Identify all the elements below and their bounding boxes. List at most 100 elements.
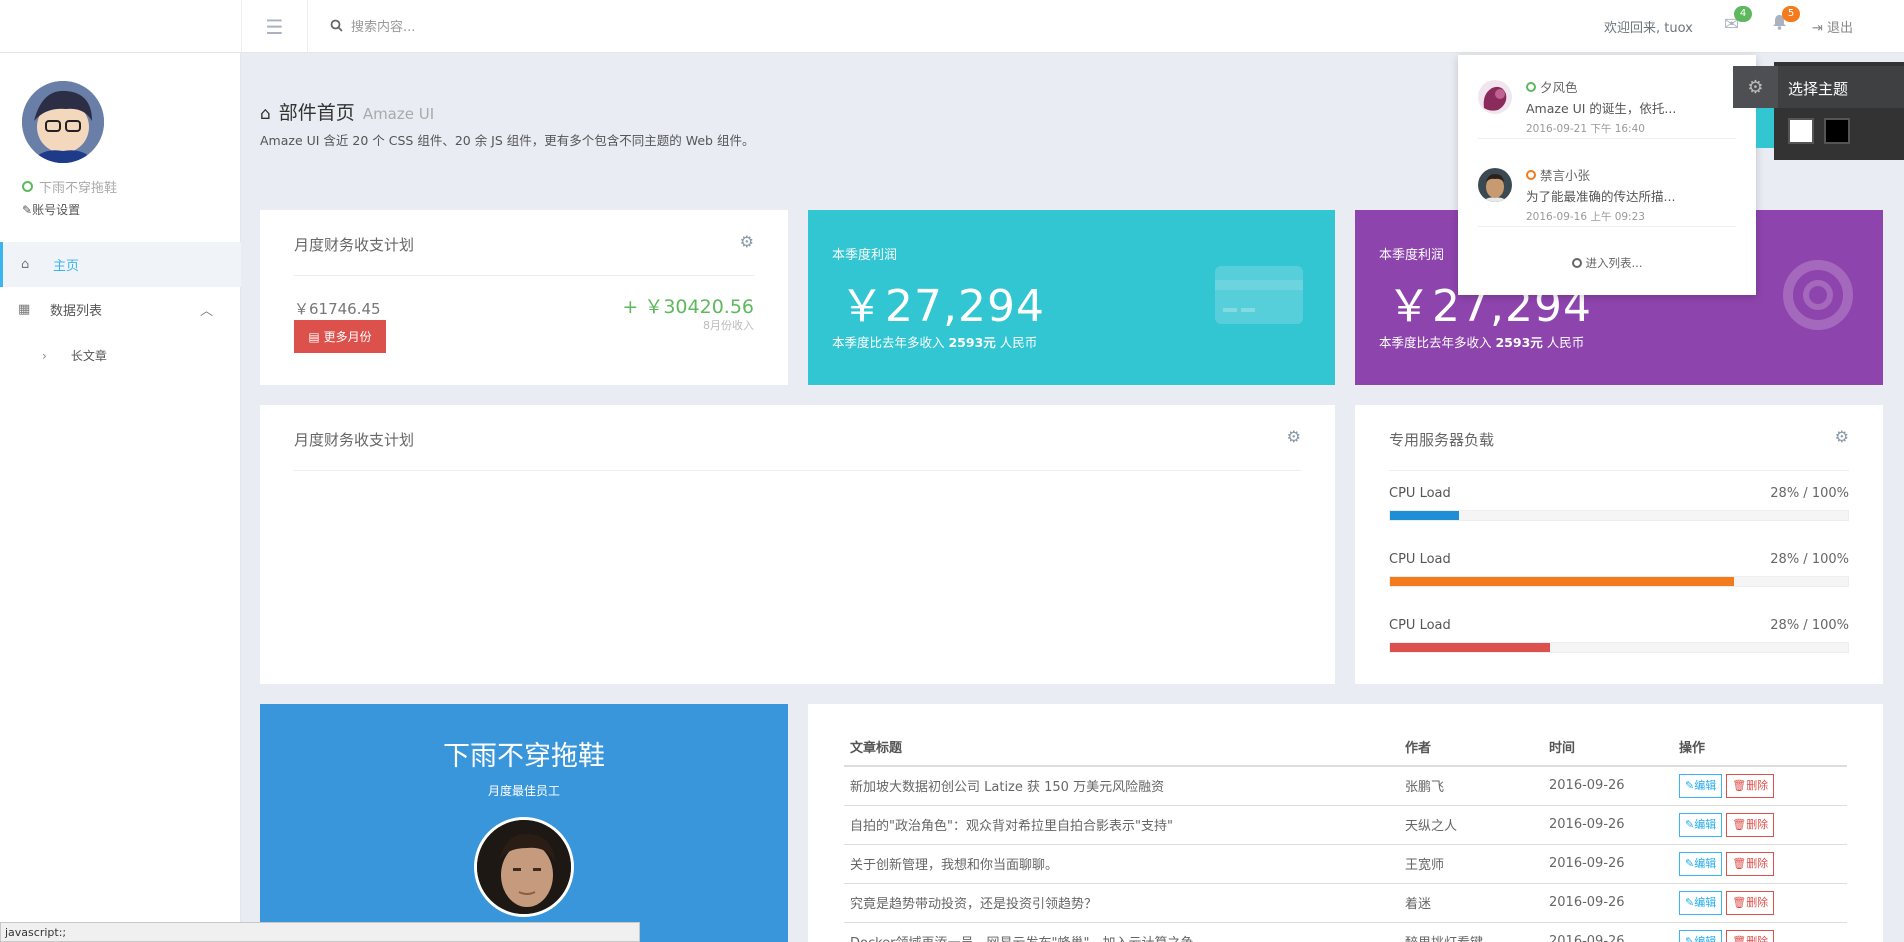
message-sender: 夕风色	[1526, 77, 1578, 96]
pencil-icon: ✎	[1685, 856, 1695, 870]
gear-icon[interactable]: ⚙	[1835, 427, 1849, 446]
logout-button[interactable]: ⇥ 退出	[1812, 17, 1853, 36]
search-input[interactable]: 搜索内容...	[351, 16, 415, 35]
article-date: 2016-09-26	[1543, 805, 1673, 845]
article-title[interactable]: 新加坡大数据初创公司 Latize 获 150 万美元风险融资	[844, 766, 1399, 806]
stat-note-post: 人民币	[1542, 335, 1585, 350]
welcome-text: 欢迎回来, tuox	[1604, 21, 1693, 36]
article-author: 醉里挑灯看键	[1399, 922, 1543, 942]
delete-button[interactable]: 🗑删除	[1726, 929, 1775, 942]
edit-button[interactable]: ✎编辑	[1679, 812, 1723, 837]
search-box[interactable]: 搜索内容...	[330, 16, 415, 35]
edit-button[interactable]: ✎编辑	[1679, 929, 1723, 942]
stat-note-post: 人民币	[995, 335, 1038, 350]
employee-photo	[474, 817, 574, 917]
article-date: 2016-09-26	[1543, 844, 1673, 884]
theme-gear-icon[interactable]: ⚙	[1733, 66, 1778, 108]
user-status: 下雨不穿拖鞋	[22, 177, 117, 196]
sidebar: 下雨不穿拖鞋 ✎账号设置 ⌂ 主页 ▦ 数据列表 ︿ › 长文章	[0, 53, 241, 942]
view-all-messages-link[interactable]: 进入列表...	[1458, 255, 1756, 271]
delete-button[interactable]: 🗑删除	[1726, 851, 1775, 876]
article-actions: ✎编辑 🗑删除	[1673, 805, 1847, 845]
list-icon: ☰	[265, 14, 284, 39]
page-description: Amaze UI 含近 20 个 CSS 组件、20 余 JS 组件，更有多个包…	[260, 133, 755, 148]
delete-button[interactable]: 🗑删除	[1726, 812, 1775, 837]
cpu-label: CPU Load	[1389, 618, 1451, 633]
sidebar-item-data-list[interactable]: ▦ 数据列表 ︿	[0, 287, 241, 332]
article-title[interactable]: 究竟是趋势带动投资，还是投资引领趋势？	[844, 883, 1399, 923]
gear-icon[interactable]: ⚙	[1287, 427, 1301, 446]
progress-fill	[1390, 643, 1551, 652]
article-title[interactable]: 关于创新管理，我想和你当面聊聊。	[844, 844, 1399, 884]
card-header: 专用服务器负载 ⚙	[1389, 405, 1849, 471]
message-time: 2016-09-16 上午 09:23	[1526, 211, 1645, 223]
sender-name: 禁言小张	[1540, 168, 1591, 183]
article-author: 天纵之人	[1399, 805, 1543, 845]
table-row: 新加坡大数据初创公司 Latize 获 150 万美元风险融资 张鹏飞 2016-0…	[844, 766, 1847, 806]
delete-label: 删除	[1746, 778, 1769, 792]
card-header: 月度财务收支计划 ⚙	[294, 210, 754, 276]
card-title: 月度财务收支计划	[294, 431, 415, 449]
edit-label: 编辑	[1694, 934, 1717, 942]
article-actions: ✎编辑 🗑删除	[1673, 883, 1847, 923]
trash-icon: 🗑	[1732, 934, 1747, 942]
user-avatar[interactable]	[22, 81, 104, 163]
message-time: 2016-09-21 下午 16:40	[1526, 123, 1645, 135]
trash-icon: 🗑	[1732, 778, 1747, 792]
more-months-button[interactable]: ▤ 更多月份	[294, 320, 386, 353]
table-header-row: 文章标题 作者 时间 操作	[844, 728, 1847, 767]
theme-swatch-black[interactable]	[1824, 118, 1850, 144]
home-icon: ⌂	[21, 257, 30, 272]
stat-note-pre: 本季度比去年多收入	[1379, 335, 1496, 350]
account-settings-link[interactable]: ✎账号设置	[22, 201, 80, 218]
delete-button[interactable]: 🗑删除	[1726, 773, 1775, 798]
menu-toggle-button[interactable]: ☰	[241, 0, 308, 53]
column-header-author: 作者	[1399, 728, 1543, 767]
article-author: 着迷	[1399, 883, 1543, 923]
edit-button[interactable]: ✎编辑	[1679, 890, 1723, 915]
article-author: 张鹏飞	[1399, 766, 1543, 806]
life-ring-icon	[1783, 260, 1853, 330]
view-all-label: 进入列表...	[1585, 256, 1643, 270]
progress-track	[1389, 642, 1849, 653]
theme-swatch-white[interactable]	[1788, 118, 1814, 144]
article-actions: ✎编辑 🗑删除	[1673, 844, 1847, 884]
top-bar: ☰ 搜索内容... 欢迎回来, tuox ✉ 4 5 ⇥ 退出	[0, 0, 1904, 53]
gear-icon[interactable]: ⚙	[740, 232, 754, 251]
server-load-card: 专用服务器负载 ⚙ CPU Load 28% / 100% CPU Load 2…	[1355, 405, 1883, 684]
browser-status-bar: javascript:;	[0, 922, 640, 942]
username: 下雨不穿拖鞋	[39, 181, 118, 196]
page-title-text: 部件首页	[278, 102, 355, 124]
trash-icon: 🗑	[1732, 817, 1747, 831]
article-title[interactable]: Docker领域再添一员，网易云发布"蜂巢"，加入云计算之争	[844, 922, 1399, 942]
cpu-value: 28% / 100%	[1770, 618, 1849, 633]
pencil-icon: ✎	[22, 203, 33, 217]
online-status-icon	[22, 181, 33, 192]
chevron-right-icon: ›	[42, 348, 47, 363]
article-date: 2016-09-26	[1543, 766, 1673, 806]
message-item[interactable]: 夕风色 Amaze UI 的诞生，依托... 2016-09-21 下午 16:…	[1478, 55, 1736, 139]
delete-button[interactable]: 🗑删除	[1726, 890, 1775, 915]
delete-label: 删除	[1746, 817, 1769, 831]
calendar-icon: ▤	[308, 329, 320, 344]
message-sender: 禁言小张	[1526, 165, 1590, 184]
cpu-label: CPU Load	[1389, 552, 1451, 567]
articles-card: 文章标题 作者 时间 操作 新加坡大数据初创公司 Latize 获 150 万美…	[808, 704, 1883, 942]
article-title[interactable]: 自拍的"政治角色"：观众背对希拉里自拍合影表示"支持"	[844, 805, 1399, 845]
sign-out-icon: ⇥	[1812, 21, 1823, 36]
edit-button[interactable]: ✎编辑	[1679, 851, 1723, 876]
online-status-icon	[1526, 81, 1536, 92]
sidebar-item-home[interactable]: ⌂ 主页	[0, 242, 241, 287]
delete-label: 删除	[1746, 934, 1769, 942]
edit-button[interactable]: ✎编辑	[1679, 773, 1723, 798]
mail-button[interactable]: ✉ 4	[1724, 6, 1752, 35]
message-preview: 为了能最准确的传达所描...	[1526, 189, 1676, 204]
progress-fill	[1390, 511, 1459, 520]
sidebar-item-long-article[interactable]: › 长文章	[0, 333, 241, 378]
notifications-button[interactable]: 5	[1772, 6, 1800, 35]
message-item[interactable]: 禁言小张 为了能最准确的传达所描... 2016-09-16 上午 09:23	[1478, 143, 1736, 227]
stat-note-bold: 2593元	[1495, 335, 1543, 350]
article-author: 王宽师	[1399, 844, 1543, 884]
sender-name: 夕风色	[1540, 80, 1578, 95]
messages-dropdown: 夕风色 Amaze UI 的诞生，依托... 2016-09-21 下午 16:…	[1458, 55, 1756, 295]
